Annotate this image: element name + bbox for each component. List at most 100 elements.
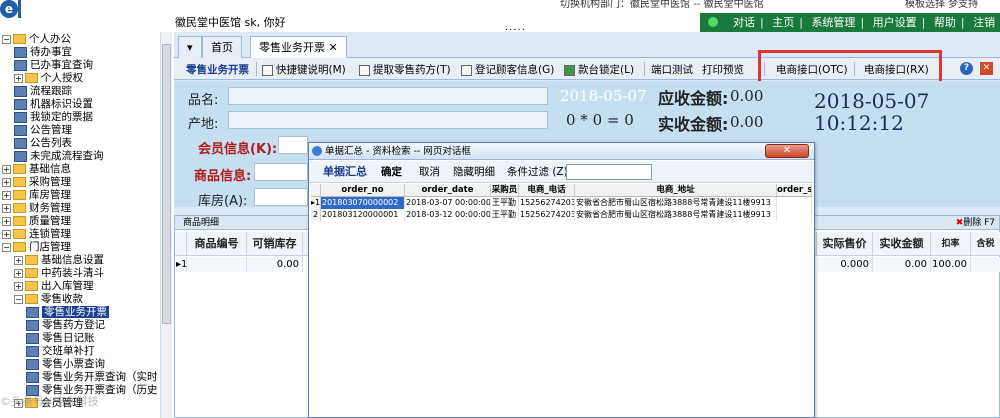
grid-cell-amount[interactable]: 0.00 bbox=[873, 257, 931, 272]
template-select[interactable]: 模板选择 梦支持 bbox=[905, 0, 978, 10]
order-no-cell[interactable]: 201803070000002 bbox=[321, 197, 405, 209]
sidebar-item-8[interactable]: 公告列表 bbox=[14, 137, 72, 150]
phone-cell[interactable]: 15256274203 bbox=[519, 197, 575, 209]
help-icon[interactable]: ? bbox=[960, 62, 973, 75]
sidebar-item-21[interactable]: 零售业务开票 bbox=[26, 306, 109, 319]
close-icon[interactable]: ✕ bbox=[980, 62, 993, 75]
sidebar-item-25[interactable]: 零售小票查询 bbox=[26, 358, 105, 371]
sidebar-item-5[interactable]: 机器标识设置 bbox=[14, 98, 93, 111]
sidebar-item-3[interactable]: + 个人授权 bbox=[14, 72, 83, 85]
confirm-button[interactable]: 确定 bbox=[381, 165, 402, 179]
phone-cell[interactable]: 15256274203 bbox=[519, 209, 575, 221]
expand-icon[interactable]: + bbox=[2, 190, 11, 200]
filter-input[interactable] bbox=[566, 164, 652, 180]
col-order-no[interactable]: order_no bbox=[321, 184, 405, 197]
grid-header-price[interactable]: 实际售价 bbox=[817, 232, 873, 256]
sidebar-item-22[interactable]: 零售药方登记 bbox=[26, 319, 105, 332]
col-address[interactable]: 电商_地址 bbox=[575, 184, 777, 197]
address-cell[interactable]: 安徽省合肥市蜀山区宿松路3888号常青建设11楼9913 bbox=[575, 197, 777, 209]
sidebar-item-1[interactable]: 待办事宜 bbox=[14, 46, 72, 59]
grid-cell-price[interactable]: 0.000 bbox=[817, 257, 873, 272]
print-preview-button[interactable]: 打印预览 bbox=[702, 62, 744, 78]
grid-cell-stock[interactable]: 0.00 bbox=[247, 257, 303, 272]
col-order-date[interactable]: order_date bbox=[405, 184, 491, 197]
expand-icon[interactable]: + bbox=[14, 268, 23, 278]
expand-icon[interactable]: + bbox=[2, 216, 11, 226]
expand-icon[interactable]: + bbox=[14, 255, 23, 265]
product-name-field[interactable] bbox=[228, 87, 548, 105]
col-buyer[interactable]: 采购员 bbox=[491, 184, 519, 197]
port-test-button[interactable]: 端口测试 bbox=[651, 62, 693, 78]
sidebar-item-13[interactable]: + 财务管理 bbox=[2, 202, 71, 215]
sidebar-item-26[interactable]: 零售业务开票查询（实时 bbox=[26, 371, 158, 384]
shortcut-help-button[interactable]: 快捷键说明(M) bbox=[262, 62, 346, 78]
col-order-status[interactable]: order_st bbox=[777, 184, 812, 197]
tab-menu[interactable]: ▾ bbox=[178, 36, 202, 58]
status-cell[interactable] bbox=[777, 209, 812, 221]
dialog-close-button[interactable]: ✕ bbox=[765, 144, 809, 158]
nav-system[interactable]: 系统管理 bbox=[811, 16, 855, 29]
nav-help[interactable]: 帮助 bbox=[934, 16, 956, 29]
delete-row-button[interactable]: ✖删除 F7 bbox=[956, 216, 995, 230]
collapse-icon[interactable]: − bbox=[14, 294, 23, 304]
sidebar-item-16[interactable]: − 门店管理 bbox=[2, 241, 71, 254]
sidebar-item-18[interactable]: + 中药装斗清斗 bbox=[14, 267, 104, 280]
product-info-field[interactable] bbox=[254, 163, 308, 181]
order-no-cell[interactable]: 201803120000001 bbox=[321, 209, 405, 221]
sidebar-scrollbar[interactable] bbox=[160, 32, 172, 418]
nav-user-settings[interactable]: 用户设置 bbox=[873, 16, 917, 29]
row-number[interactable]: 2 bbox=[311, 209, 321, 221]
grid-header-tax[interactable]: 含税 bbox=[971, 232, 1000, 256]
sidebar-item-0[interactable]: − 个人办公 bbox=[2, 33, 71, 46]
buyer-cell[interactable]: 王平勤 bbox=[491, 209, 519, 221]
tab-retail-billing[interactable]: 零售业务开票 ✕ bbox=[250, 36, 347, 58]
nav-home[interactable]: 主页 bbox=[772, 16, 794, 29]
sidebar-item-15[interactable]: + 连锁管理 bbox=[2, 228, 71, 241]
sidebar-item-9[interactable]: 未完成流程查询 bbox=[14, 150, 104, 163]
lock-counter-button[interactable]: 款台锁定(L) bbox=[564, 62, 634, 78]
sidebar-item-7[interactable]: 公告管理 bbox=[14, 124, 72, 137]
grid-cell-tax[interactable] bbox=[971, 257, 1000, 272]
sidebar-item-19[interactable]: + 出入库管理 bbox=[14, 280, 94, 293]
sidebar-item-10[interactable]: + 基础信息 bbox=[2, 163, 71, 176]
grid-row-marker[interactable]: ▸1 bbox=[175, 257, 187, 272]
sidebar-item-4[interactable]: 流程跟踪 bbox=[14, 85, 72, 98]
expand-icon[interactable]: + bbox=[2, 177, 11, 187]
grid-header-discount[interactable]: 扣率 bbox=[931, 232, 971, 256]
status-cell[interactable] bbox=[777, 197, 812, 209]
sidebar-item-2[interactable]: 已办事宜查询 bbox=[14, 59, 93, 72]
department-switcher[interactable]: 切换机构部门：徽民堂中医馆 -- 徽民堂中医馆 bbox=[560, 0, 764, 10]
expand-icon[interactable]: + bbox=[14, 281, 23, 291]
sidebar-item-17[interactable]: + 基础信息设置 bbox=[14, 254, 104, 267]
warehouse-select[interactable] bbox=[254, 188, 308, 206]
sidebar-item-14[interactable]: + 质量管理 bbox=[2, 215, 71, 228]
collapse-icon[interactable]: − bbox=[2, 242, 11, 252]
tab-home[interactable]: 首页 bbox=[202, 36, 242, 58]
dialog-title-bar[interactable]: 单据汇总 - 资料检索 -- 网页对话框 ✕ bbox=[309, 143, 814, 160]
member-info-field[interactable] bbox=[278, 136, 308, 154]
order-date-cell[interactable]: 2018-03-07 00:00:00 bbox=[405, 197, 491, 209]
sidebar-item-23[interactable]: 零售日记账 bbox=[26, 332, 95, 345]
sidebar-item-24[interactable]: 交班单补打 bbox=[26, 345, 95, 358]
expand-icon[interactable]: + bbox=[14, 73, 23, 83]
sidebar-item-20[interactable]: − 零售收款 bbox=[14, 293, 83, 306]
extract-prescription-button[interactable]: 提取零售药方(T) bbox=[359, 62, 451, 78]
col-phone[interactable]: 电商_电话 bbox=[519, 184, 575, 197]
address-cell[interactable]: 安徽省合肥市蜀山区宿松路3888号常青建设11楼9913 bbox=[575, 209, 777, 221]
sidebar-item-6[interactable]: 我锁定的票据 bbox=[14, 111, 93, 124]
sidebar-item-12[interactable]: + 库房管理 bbox=[2, 189, 71, 202]
hide-details-button[interactable]: 隐藏明细 bbox=[453, 165, 495, 179]
grid-header-amount[interactable]: 实收金额 bbox=[873, 232, 931, 256]
buyer-cell[interactable]: 王平勤 bbox=[491, 197, 519, 209]
grid-cell-discount[interactable]: 100.00 bbox=[931, 257, 971, 272]
grid-cell-code[interactable] bbox=[187, 257, 247, 272]
row-number[interactable]: ▸1 bbox=[311, 197, 321, 209]
expand-icon[interactable]: + bbox=[2, 203, 11, 213]
register-customer-button[interactable]: 登记顾客信息(G) bbox=[461, 62, 554, 78]
order-date-cell[interactable]: 2018-03-12 00:00:00 bbox=[405, 209, 491, 221]
origin-field[interactable] bbox=[228, 111, 548, 129]
expand-icon[interactable]: + bbox=[2, 164, 11, 174]
grid-header-stock[interactable]: 可销库存 bbox=[247, 232, 303, 256]
expand-icon[interactable]: + bbox=[2, 229, 11, 239]
cancel-button[interactable]: 取消 bbox=[419, 165, 440, 179]
